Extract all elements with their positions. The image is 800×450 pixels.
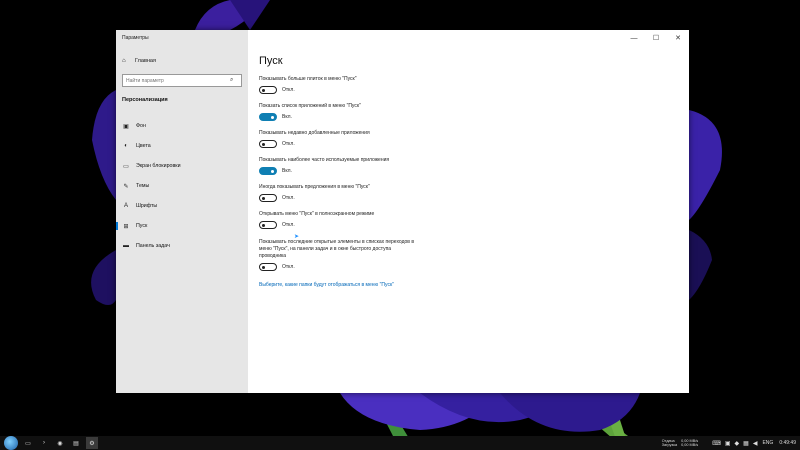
setting-label: Показывать последние открытые элементы в… [259, 239, 414, 245]
sidebar-item-label: Фон [136, 123, 146, 129]
toggle-switch[interactable] [259, 140, 277, 148]
toggle-state: Откл. [282, 222, 295, 228]
sidebar-nav: ▣ Фон ◐ Цвета ▭ Экран блокировки ✎ Темы … [116, 116, 248, 256]
page-title: Пуск [259, 55, 283, 67]
toggle-state: Откл. [282, 87, 295, 93]
sidebar-item-label: Экран блокировки [136, 163, 181, 169]
monitor-icon: ▭ [123, 163, 129, 170]
window-title: Параметры [122, 35, 149, 41]
toggle-state: Вкл. [282, 168, 292, 174]
computer-icon[interactable]: ▭ [22, 437, 34, 449]
start-icon: ⊞ [123, 223, 129, 230]
title-bar: Параметры [116, 30, 248, 46]
download-label: Загрузка [661, 443, 678, 447]
home-icon: ⌂ [122, 58, 126, 64]
setting-label: Показывать недавно добавленные приложени… [259, 130, 370, 136]
volume-icon[interactable]: ◀ [753, 440, 758, 447]
sidebar-item-background[interactable]: ▣ Фон [116, 116, 248, 136]
settings-icon[interactable]: ⚙ [86, 437, 98, 449]
network-icon[interactable]: ▦ [743, 440, 749, 447]
toggle-switch[interactable] [259, 194, 277, 202]
toggle-switch[interactable] [259, 113, 277, 121]
brush-icon: ✎ [123, 183, 129, 190]
sidebar-item-themes[interactable]: ✎ Темы [116, 176, 248, 196]
picture-icon: ▣ [123, 123, 129, 130]
network-speed: Отдача Загрузка 0,00 MB/s 0,00 MB/s [662, 439, 702, 448]
sidebar-item-label: Цвета [136, 143, 151, 149]
image-icon[interactable]: ▣ [725, 440, 731, 447]
start-button[interactable] [4, 436, 18, 450]
home-label: Главная [135, 58, 156, 64]
toggle-state: Откл. [282, 264, 295, 270]
main-content: Пуск Показывать больше плиток в меню "Пу… [259, 30, 679, 393]
setting-label: Показать список приложений в меню "Пуск" [259, 103, 361, 109]
toggle-switch[interactable] [259, 263, 277, 271]
setting-fullscreen: Открывать меню "Пуск" в полноэкранном ре… [259, 211, 659, 229]
setting-suggestions: Иногда показывать предложения в меню "Пу… [259, 184, 659, 202]
font-icon: A [123, 203, 128, 209]
sidebar-item-colors[interactable]: ◐ Цвета [116, 136, 248, 156]
download-value: 0,00 MB/s [681, 443, 699, 447]
setting-label: Показывать наиболее часто используемые п… [259, 157, 390, 163]
system-tray: Отдача Загрузка 0,00 MB/s 0,00 MB/s ⌨ ▣ … [662, 436, 796, 450]
sidebar-item-label: Панель задач [136, 243, 170, 249]
search-input[interactable] [126, 77, 230, 84]
toggle-switch[interactable] [259, 86, 277, 94]
setting-label: меню "Пуск", на панели задач и в окне бы… [259, 246, 392, 252]
sidebar-item-lockscreen[interactable]: ▭ Экран блокировки [116, 156, 248, 176]
search-icon: ⌕ [230, 77, 234, 83]
shield-icon[interactable]: ◆ [735, 440, 740, 447]
search-box[interactable]: ⌕ [122, 74, 242, 87]
setting-label: Иногда показывать предложения в меню "Пу… [259, 184, 370, 190]
section-title: Персонализация [122, 97, 168, 103]
explorer-icon[interactable]: ▤ [70, 437, 82, 449]
taskbar: ▭ › ◉ ▤ ⚙ Отдача Загрузка 0,00 MB/s 0,00… [0, 436, 800, 450]
sidebar-item-start[interactable]: ⊞ Пуск [116, 216, 248, 236]
setting-most-used: Показывать наиболее часто используемые п… [259, 157, 659, 175]
setting-label: Показывать больше плиток в меню "Пуск" [259, 76, 357, 82]
home-link[interactable]: ⌂ Главная [122, 58, 156, 64]
settings-window: Параметры ⌂ Главная ⌕ Персонализация ▣ Ф… [116, 30, 689, 393]
cmd-icon[interactable]: › [38, 437, 50, 449]
sidebar-item-fonts[interactable]: A Шрифты [116, 196, 248, 216]
toggle-switch[interactable] [259, 221, 277, 229]
language-indicator[interactable]: ENG [762, 440, 773, 446]
chrome-icon[interactable]: ◉ [54, 437, 66, 449]
keyboard-icon[interactable]: ⌨ [712, 440, 721, 447]
choose-folders-link[interactable]: Выберите, какие папки будут отображаться… [259, 282, 394, 288]
sidebar-item-label: Темы [136, 183, 150, 189]
taskbar-icon: ▬ [123, 243, 129, 249]
setting-app-list: Показать список приложений в меню "Пуск"… [259, 103, 659, 121]
palette-icon: ◐ [124, 143, 128, 149]
toggle-state: Вкл. [282, 114, 292, 120]
sidebar-item-taskbar[interactable]: ▬ Панель задач [116, 236, 248, 256]
sidebar: Параметры ⌂ Главная ⌕ Персонализация ▣ Ф… [116, 30, 248, 393]
sidebar-item-label: Шрифты [136, 203, 158, 209]
setting-more-tiles: Показывать больше плиток в меню "Пуск" О… [259, 76, 659, 94]
setting-jump-lists: Показывать последние открытые элементы в… [259, 239, 659, 271]
toggle-switch[interactable] [259, 167, 277, 175]
setting-label: проводника [259, 253, 287, 259]
clock[interactable]: 0:49:49 [779, 440, 796, 446]
setting-recently-added: Показывать недавно добавленные приложени… [259, 130, 659, 148]
toggle-state: Откл. [282, 141, 295, 147]
setting-label: Открывать меню "Пуск" в полноэкранном ре… [259, 211, 375, 217]
mouse-cursor-icon: ➤ [294, 234, 300, 240]
toggle-state: Откл. [282, 195, 295, 201]
sidebar-item-label: Пуск [136, 223, 148, 229]
